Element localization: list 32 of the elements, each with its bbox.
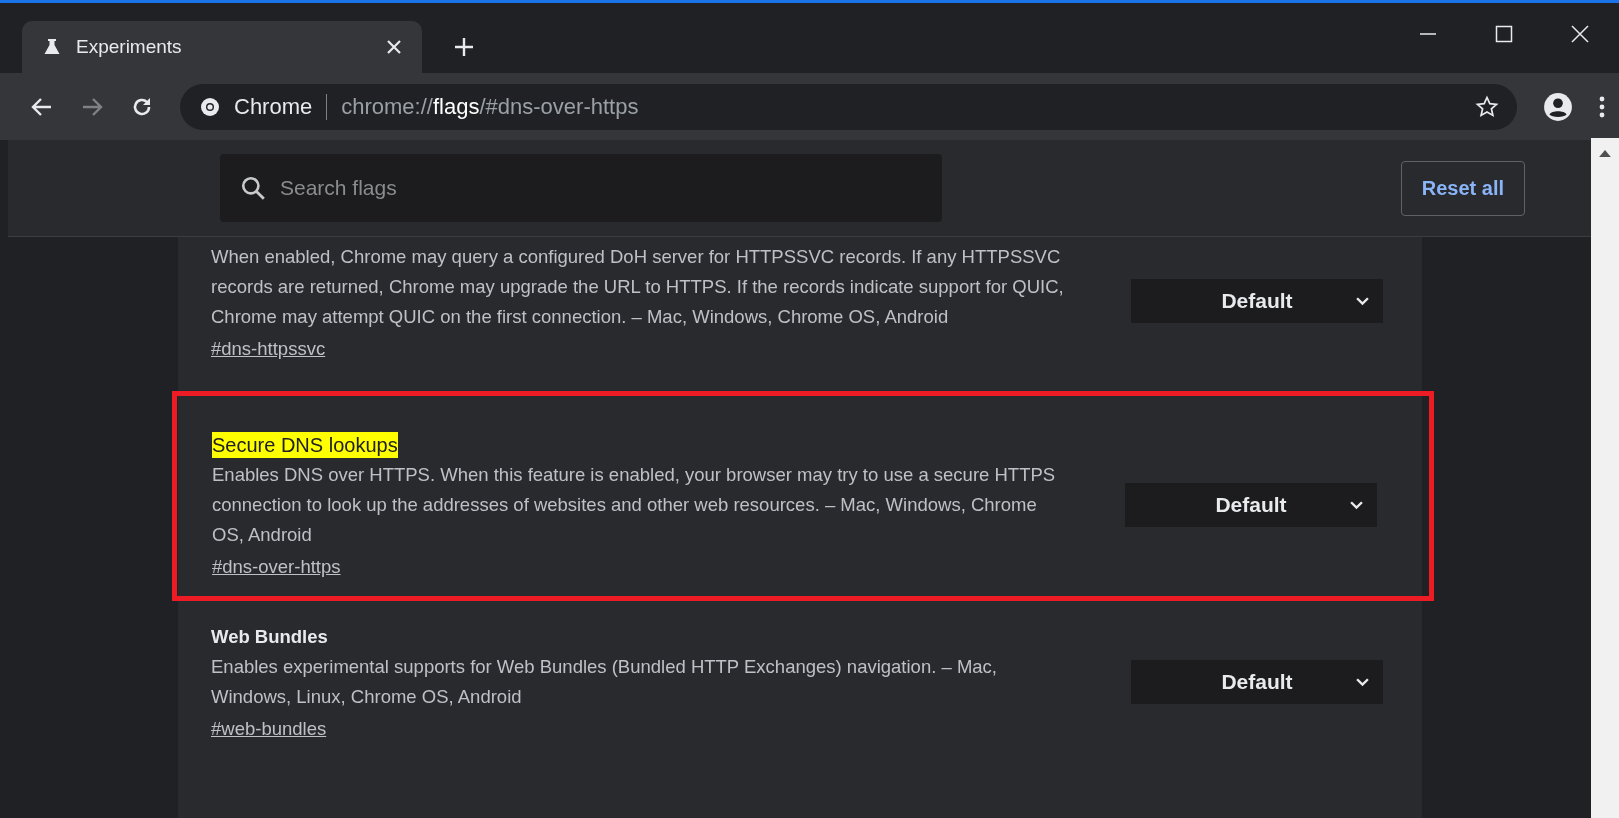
site-label: Chrome — [234, 93, 313, 120]
url-text: chrome://flags/#dns-over-https — [341, 93, 639, 120]
flag-link[interactable]: #dns-httpssvc — [211, 338, 326, 360]
flag-dropdown[interactable]: Default — [1125, 483, 1377, 527]
flag-title: Web Bundles — [211, 625, 328, 649]
reset-all-button[interactable]: Reset all — [1400, 160, 1525, 216]
flag-description: Enables experimental supports for Web Bundles (Bundled HTTP Exchanges) navigation. – Mac, Windows, Linux, Chrome OS, Android — [211, 655, 998, 709]
flag-title: Secure DNS lookups — [212, 432, 398, 458]
scrollbar[interactable] — [1591, 138, 1619, 818]
address-bar[interactable]: Chrome chrome://flags/#dns-over-https — [180, 83, 1517, 130]
close-icon[interactable] — [1571, 25, 1589, 43]
maximize-icon[interactable] — [1495, 25, 1513, 43]
new-tab-icon[interactable] — [454, 37, 474, 57]
flag-link[interactable]: #web-bundles — [211, 718, 327, 740]
close-icon[interactable] — [386, 39, 402, 55]
menu-icon[interactable] — [1599, 94, 1605, 119]
flag-description: Enables DNS over HTTPS. When this feature is enabled, your browser may try to use a secure HTTPS connection to look up the addresses of websites and other web resources. – Mac, Windows, Chrome OS, Android — [212, 463, 1057, 547]
flag-dropdown[interactable]: Default — [1131, 660, 1383, 704]
flag-link[interactable]: #dns-over-https — [212, 556, 341, 578]
flag-dropdown[interactable]: Default — [1131, 279, 1383, 323]
chevron-down-icon — [1350, 500, 1363, 510]
flask-icon — [42, 37, 62, 57]
profile-icon[interactable] — [1543, 91, 1573, 122]
chevron-down-icon — [1356, 677, 1369, 687]
search-input[interactable]: Search flags — [278, 175, 922, 201]
star-icon[interactable] — [1475, 94, 1499, 119]
chevron-down-icon — [1356, 296, 1369, 306]
search-icon — [240, 175, 266, 201]
scroll-up-icon[interactable] — [1599, 150, 1611, 157]
browser-tab[interactable]: Experiments — [22, 21, 422, 73]
flag-description: When enabled, Chrome may query a configured DoH server for HTTPSSVC records. If any HTTPSSVC records are returned, Chrome may upgrade the URL to HTTPS. If the records indicate support for QUIC, Chrome may attempt QUIC on the first connection. – Mac, Windows, Chrome OS, Android — [211, 245, 1065, 329]
search-bar[interactable]: Search flags — [220, 154, 942, 222]
